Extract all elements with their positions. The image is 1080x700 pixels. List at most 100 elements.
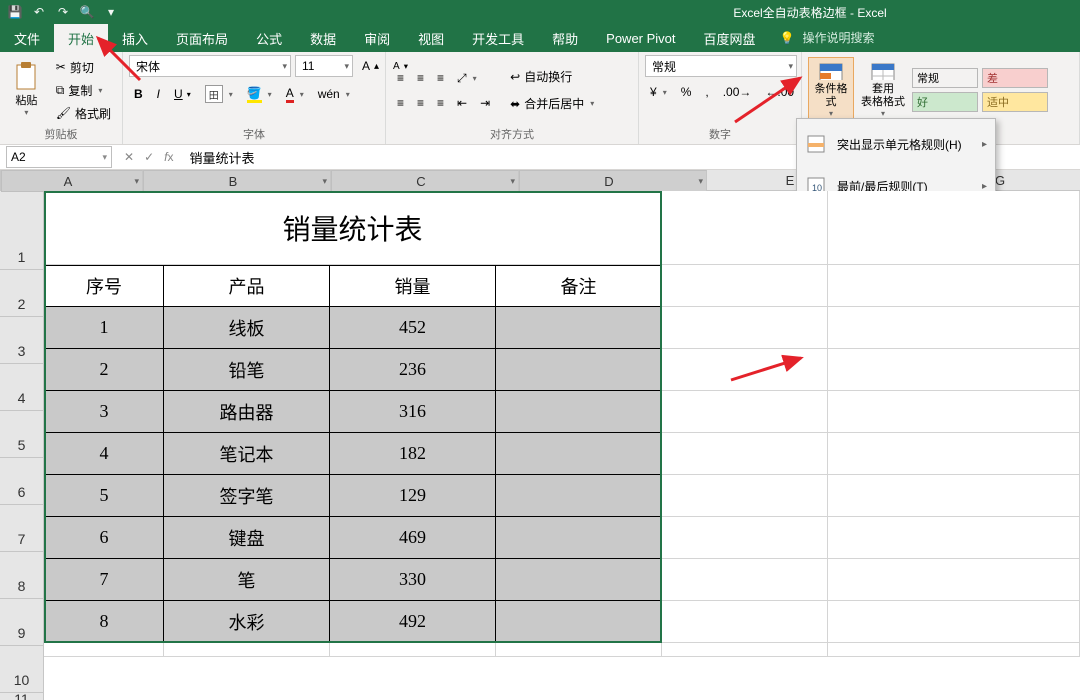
- row-header-6[interactable]: 6: [0, 458, 44, 505]
- bold-button[interactable]: B: [129, 85, 148, 103]
- align-middle-button[interactable]: ≡: [412, 69, 429, 88]
- cell[interactable]: 7: [44, 559, 164, 601]
- number-format-select[interactable]: 常规: [645, 55, 797, 77]
- row-header-1[interactable]: 1: [0, 191, 44, 270]
- cell[interactable]: 469: [330, 517, 496, 559]
- cell[interactable]: 452: [330, 307, 496, 349]
- cell[interactable]: [496, 517, 662, 559]
- menu-highlight[interactable]: 突出显示单元格规则(H)▸: [797, 123, 995, 165]
- orientation-button[interactable]: ⤢: [452, 69, 482, 88]
- cell[interactable]: 铅笔: [164, 349, 330, 391]
- style-normal[interactable]: 常规: [912, 68, 978, 88]
- cell[interactable]: [828, 307, 1080, 349]
- border-button[interactable]: 田: [200, 83, 238, 105]
- align-left-button[interactable]: ≡: [392, 94, 409, 112]
- cell[interactable]: [662, 265, 828, 307]
- cell[interactable]: [828, 433, 1080, 475]
- cell[interactable]: 330: [330, 559, 496, 601]
- paste-button[interactable]: 粘贴 ▾: [6, 57, 47, 123]
- worksheet[interactable]: 1234567891011 销量统计表序号产品销量备注1线板4522铅笔2363…: [0, 191, 1080, 700]
- style-good[interactable]: 好: [912, 92, 978, 112]
- cell[interactable]: 2: [44, 349, 164, 391]
- cell[interactable]: [330, 643, 496, 657]
- font-size-select[interactable]: 11: [295, 55, 353, 77]
- cell[interactable]: [662, 559, 828, 601]
- cell[interactable]: 路由器: [164, 391, 330, 433]
- cell[interactable]: 129: [330, 475, 496, 517]
- align-top-button[interactable]: ≡: [392, 69, 409, 88]
- tab-formulas[interactable]: 公式: [242, 24, 296, 52]
- cell[interactable]: 序号: [44, 265, 164, 307]
- cell[interactable]: [662, 391, 828, 433]
- cell[interactable]: 产品: [164, 265, 330, 307]
- tab-powerpivot[interactable]: Power Pivot: [592, 24, 689, 52]
- cell[interactable]: [828, 517, 1080, 559]
- col-header-B[interactable]: B: [143, 170, 331, 192]
- copy-button[interactable]: ⧉复制: [51, 80, 116, 101]
- fill-color-button[interactable]: 🪣: [242, 84, 277, 105]
- cell[interactable]: [828, 601, 1080, 643]
- cell[interactable]: [44, 643, 164, 657]
- decrease-decimal-button[interactable]: ←.00: [760, 83, 799, 101]
- cell[interactable]: [496, 433, 662, 475]
- conditional-format-button[interactable]: 条件格式 ▾: [808, 57, 854, 123]
- wrap-text-button[interactable]: ↩自动换行: [505, 66, 599, 87]
- row-header-8[interactable]: 8: [0, 552, 44, 599]
- cell[interactable]: [662, 433, 828, 475]
- align-center-button[interactable]: ≡: [412, 94, 429, 112]
- tab-review[interactable]: 审阅: [350, 24, 404, 52]
- cell[interactable]: [828, 391, 1080, 433]
- cell[interactable]: [496, 601, 662, 643]
- row-header-3[interactable]: 3: [0, 317, 44, 364]
- cell[interactable]: [662, 307, 828, 349]
- undo-icon[interactable]: ↶: [32, 5, 46, 19]
- currency-button[interactable]: ¥: [645, 83, 672, 101]
- cell[interactable]: [496, 643, 662, 657]
- tab-baidu-netdisk[interactable]: 百度网盘: [690, 24, 770, 52]
- name-box[interactable]: A2▾: [6, 146, 112, 168]
- cell[interactable]: [662, 601, 828, 643]
- style-neutral[interactable]: 适中: [982, 92, 1048, 112]
- cell[interactable]: 1: [44, 307, 164, 349]
- cell[interactable]: [662, 517, 828, 559]
- tab-home[interactable]: 开始: [54, 24, 108, 52]
- cell[interactable]: 笔记本: [164, 433, 330, 475]
- col-header-C[interactable]: C: [331, 170, 519, 192]
- cell[interactable]: [496, 349, 662, 391]
- cell[interactable]: 4: [44, 433, 164, 475]
- italic-button[interactable]: I: [152, 85, 165, 103]
- tab-data[interactable]: 数据: [296, 24, 350, 52]
- tell-me[interactable]: 💡: [770, 24, 915, 52]
- redo-icon[interactable]: ↷: [56, 5, 70, 19]
- percent-button[interactable]: %: [676, 83, 697, 101]
- format-painter-button[interactable]: 🖌格式刷: [51, 103, 116, 124]
- cell[interactable]: [828, 191, 1080, 265]
- tab-developer[interactable]: 开发工具: [458, 24, 538, 52]
- font-color-button[interactable]: A: [281, 84, 309, 105]
- tab-file[interactable]: 文件: [0, 24, 54, 52]
- tell-me-input[interactable]: [801, 30, 905, 46]
- cell[interactable]: [828, 265, 1080, 307]
- cell[interactable]: 笔: [164, 559, 330, 601]
- cell[interactable]: 6: [44, 517, 164, 559]
- row-header-7[interactable]: 7: [0, 505, 44, 552]
- cell[interactable]: 236: [330, 349, 496, 391]
- format-as-table-button[interactable]: 套用 表格格式 ▾: [860, 57, 906, 123]
- cell[interactable]: 8: [44, 601, 164, 643]
- cell[interactable]: 键盘: [164, 517, 330, 559]
- row-header-4[interactable]: 4: [0, 364, 44, 411]
- tab-view[interactable]: 视图: [404, 24, 458, 52]
- row-header-2[interactable]: 2: [0, 270, 44, 317]
- font-name-select[interactable]: 宋体: [129, 55, 291, 77]
- cell[interactable]: 316: [330, 391, 496, 433]
- merge-center-button[interactable]: ⬌合并后居中: [505, 93, 599, 114]
- col-header-A[interactable]: A: [1, 170, 143, 192]
- indent-dec-button[interactable]: ⇤: [452, 94, 472, 112]
- cell[interactable]: [662, 643, 828, 657]
- underline-button[interactable]: U▾: [169, 85, 196, 103]
- row-header-10[interactable]: 10: [0, 646, 44, 693]
- cell[interactable]: 5: [44, 475, 164, 517]
- print-preview-icon[interactable]: 🔍: [80, 5, 94, 19]
- cell[interactable]: [662, 475, 828, 517]
- row-header-5[interactable]: 5: [0, 411, 44, 458]
